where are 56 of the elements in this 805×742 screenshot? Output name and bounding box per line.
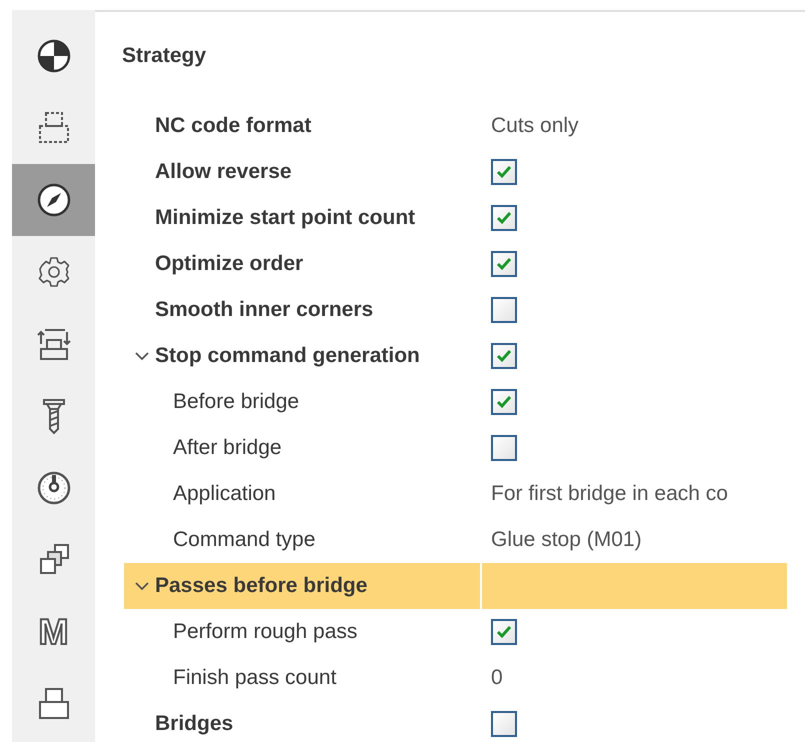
property-row[interactable]: Minimize start point count bbox=[124, 195, 787, 241]
property-label: Smooth inner corners bbox=[155, 298, 374, 322]
sidebar-button[interactable] bbox=[12, 164, 95, 236]
checkbox[interactable] bbox=[491, 619, 517, 645]
property-label: Application bbox=[173, 482, 276, 506]
checkbox[interactable] bbox=[491, 343, 517, 369]
property-row[interactable]: NC code format Cuts only bbox=[124, 103, 787, 149]
property-value: For first bridge in each co bbox=[491, 482, 728, 506]
checkbox[interactable] bbox=[491, 711, 517, 737]
arrows-box-icon bbox=[34, 326, 72, 362]
checkmark-icon bbox=[496, 257, 512, 271]
property-label: Stop command generation bbox=[155, 344, 420, 368]
property-row[interactable]: Optimize order bbox=[124, 241, 787, 287]
checkbox[interactable] bbox=[491, 297, 517, 323]
property-row[interactable]: Bridges bbox=[124, 701, 787, 742]
property-row[interactable]: Stop command generation bbox=[124, 333, 787, 379]
dial-icon bbox=[36, 470, 72, 506]
property-label: Passes before bridge bbox=[155, 574, 368, 598]
property-label: Command type bbox=[173, 528, 316, 552]
property-row[interactable]: Perform rough pass bbox=[124, 609, 787, 655]
property-label: Optimize order bbox=[155, 252, 304, 276]
property-row[interactable]: Smooth inner corners bbox=[124, 287, 787, 333]
checkmark-icon bbox=[496, 625, 512, 639]
property-value: Cuts only bbox=[491, 114, 579, 138]
property-row[interactable]: After bridge bbox=[124, 425, 787, 471]
checkbox[interactable] bbox=[491, 435, 517, 461]
compass-icon bbox=[36, 182, 72, 218]
property-label: After bridge bbox=[173, 436, 282, 460]
chevron-down-icon[interactable] bbox=[133, 350, 151, 362]
property-label: Allow reverse bbox=[155, 160, 292, 184]
property-label: Minimize start point count bbox=[155, 206, 416, 230]
property-label: Finish pass count bbox=[173, 666, 336, 690]
checkbox[interactable] bbox=[491, 205, 517, 231]
gear-icon bbox=[36, 255, 70, 289]
chevron-down-icon[interactable] bbox=[133, 580, 151, 592]
property-row[interactable]: Finish pass count 0 bbox=[124, 655, 787, 701]
checkmark-icon bbox=[496, 165, 512, 179]
checkmark-icon bbox=[496, 349, 512, 363]
property-value: Glue stop (M01) bbox=[491, 528, 642, 552]
property-label: Bridges bbox=[155, 712, 234, 736]
checkbox[interactable] bbox=[491, 389, 517, 415]
quadrant-circle-icon bbox=[36, 39, 70, 73]
checkbox[interactable] bbox=[491, 159, 517, 185]
letter-m-icon: M bbox=[38, 614, 68, 650]
section-title: Strategy bbox=[122, 43, 208, 69]
checkmark-icon bbox=[496, 395, 512, 409]
property-value: 0 bbox=[491, 666, 503, 690]
property-row[interactable]: Before bridge bbox=[124, 379, 787, 425]
checkmark-icon bbox=[496, 211, 512, 225]
property-row[interactable]: Allow reverse bbox=[124, 149, 787, 195]
property-row[interactable]: Command type Glue stop (M01) bbox=[124, 517, 787, 563]
property-label: Before bridge bbox=[173, 390, 300, 414]
property-label: Perform rough pass bbox=[173, 620, 358, 644]
checkbox[interactable] bbox=[491, 251, 517, 277]
property-row[interactable]: Application For first bridge in each co bbox=[124, 471, 787, 517]
property-label: NC code format bbox=[155, 114, 312, 138]
